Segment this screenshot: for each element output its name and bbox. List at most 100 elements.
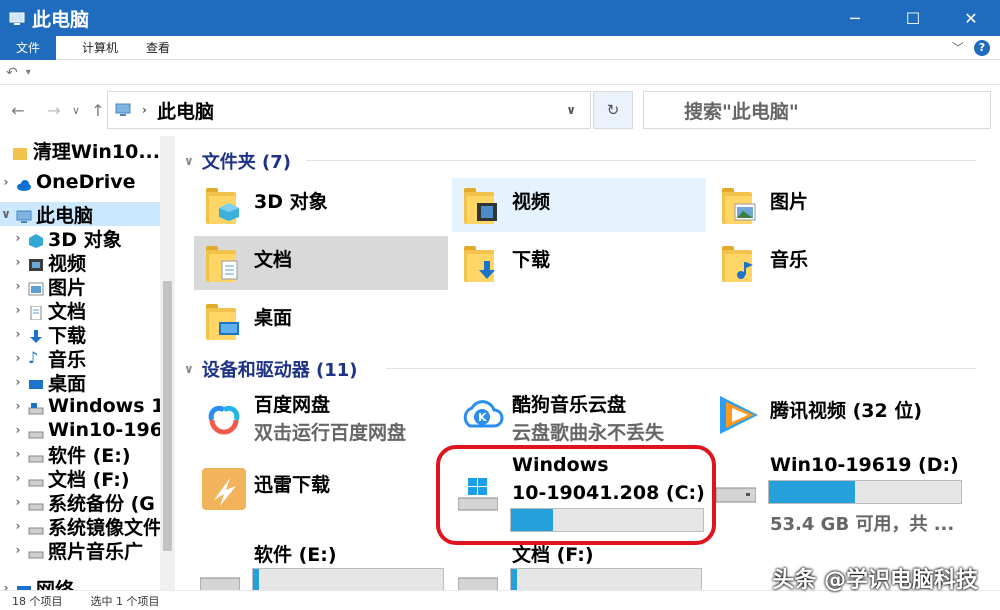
drive-icon bbox=[28, 399, 44, 415]
nav-item-quick-folder[interactable]: 清理Win10... bbox=[0, 138, 160, 162]
group-divider bbox=[306, 160, 976, 161]
download-folder-icon bbox=[464, 246, 495, 282]
quick-access-toolbar: ↶ ▾ bbox=[0, 61, 1000, 85]
forward-arrow-icon[interactable]: → bbox=[44, 101, 64, 120]
folder-tile-3d-objects[interactable]: 3D 对象 bbox=[194, 178, 448, 232]
customize-chevron-icon[interactable]: ▾ bbox=[26, 67, 31, 78]
document-folder-icon bbox=[206, 246, 238, 282]
drive-icon bbox=[28, 447, 44, 463]
device-tile-xunlei[interactable]: 迅雷下载 bbox=[194, 458, 448, 518]
navigation-pane: 清理Win10... › OneDrive ∨ 此电脑 › 3D 对象 › 视频… bbox=[0, 136, 175, 590]
chevron-right-icon[interactable]: › bbox=[12, 351, 24, 365]
nav-item-drive-e[interactable]: › 软件 (E:) bbox=[12, 442, 172, 467]
drive-tile-e[interactable]: 软件 (E:) bbox=[194, 540, 448, 590]
nav-item-desktop[interactable]: › 桌面 bbox=[12, 370, 172, 395]
chevron-right-icon[interactable]: › bbox=[12, 231, 24, 245]
folder-tile-desktop[interactable]: 桌面 bbox=[194, 294, 448, 348]
nav-item-onedrive[interactable]: › OneDrive bbox=[0, 170, 160, 194]
tab-computer[interactable]: 计算机 bbox=[68, 39, 132, 56]
nav-item-drive-f[interactable]: › 文档 (F:) bbox=[12, 466, 172, 491]
folder-icon bbox=[12, 143, 29, 160]
drive-icon bbox=[457, 574, 499, 590]
back-arrow-icon[interactable]: ← bbox=[8, 101, 28, 120]
download-icon bbox=[28, 327, 44, 343]
chevron-down-icon[interactable]: ∨ bbox=[184, 154, 194, 168]
chevron-right-icon[interactable]: › bbox=[12, 375, 24, 389]
chevron-right-icon[interactable]: › bbox=[12, 327, 24, 341]
chevron-down-icon[interactable]: ﹀ bbox=[952, 39, 964, 56]
device-tile-baidu[interactable]: 百度网盘 双击运行百度网盘 bbox=[194, 386, 448, 446]
folder-tile-music[interactable]: 音乐 bbox=[710, 236, 964, 290]
folder-tile-documents[interactable]: 文档 bbox=[194, 236, 448, 290]
help-icon[interactable]: ? bbox=[974, 39, 990, 56]
refresh-button[interactable]: ↻ bbox=[593, 91, 633, 129]
device-tile-tencent-video[interactable]: 腾讯视频 (32 位) bbox=[710, 386, 964, 446]
drive-tile-f[interactable]: 文档 (F:) bbox=[452, 540, 706, 590]
chevron-right-icon[interactable]: › bbox=[12, 495, 24, 509]
device-tile-kugou[interactable]: K 酷狗音乐云盘 云盘歌曲永不丢失 bbox=[452, 386, 706, 446]
document-icon bbox=[28, 303, 44, 321]
refresh-icon: ↻ bbox=[606, 101, 620, 119]
title-bar: 此电脑 ─ ☐ ✕ bbox=[0, 0, 1000, 36]
breadcrumb-separator-icon: › bbox=[142, 103, 147, 117]
minimize-button[interactable]: ─ bbox=[826, 0, 884, 36]
recent-chevron-icon[interactable]: ∨ bbox=[66, 104, 86, 117]
chevron-right-icon[interactable]: › bbox=[12, 255, 24, 269]
desktop-folder-icon bbox=[206, 304, 239, 340]
group-header-folders[interactable]: ∨ 文件夹 (7) bbox=[184, 148, 291, 174]
drive-e-usage-bar bbox=[252, 568, 444, 590]
chevron-right-icon[interactable]: › bbox=[12, 447, 24, 461]
chevron-right-icon[interactable]: › bbox=[12, 399, 24, 413]
video-icon bbox=[28, 255, 44, 271]
chevron-down-icon[interactable]: ∨ bbox=[566, 103, 576, 117]
up-arrow-icon[interactable]: ↑ bbox=[88, 101, 108, 120]
tab-file[interactable]: 文件 bbox=[0, 35, 57, 60]
chevron-right-icon[interactable]: › bbox=[12, 279, 24, 293]
folder-tile-downloads[interactable]: 下载 bbox=[452, 236, 706, 290]
nav-item-drive-d[interactable]: › Win10-196 bbox=[12, 418, 172, 442]
nav-item-documents[interactable]: › 文档 bbox=[12, 298, 172, 323]
chevron-right-icon[interactable]: › bbox=[12, 519, 24, 533]
chevron-right-icon[interactable]: › bbox=[12, 303, 24, 317]
nav-item-downloads[interactable]: › 下载 bbox=[12, 322, 172, 347]
chevron-right-icon[interactable]: › bbox=[12, 543, 24, 557]
chevron-right-icon[interactable]: › bbox=[0, 581, 12, 590]
address-bar[interactable]: › 此电脑 ∨ bbox=[107, 91, 591, 129]
chevron-down-icon[interactable]: ∨ bbox=[184, 362, 194, 376]
undo-icon[interactable]: ↶ bbox=[6, 65, 18, 81]
nav-item-music[interactable]: › ♪ 音乐 bbox=[12, 346, 172, 371]
selection-count: 选中 1 个项目 bbox=[90, 594, 160, 608]
nav-scrollbar[interactable] bbox=[160, 136, 175, 590]
nav-item-drive-h[interactable]: › 系统镜像文件 bbox=[12, 514, 172, 539]
drive-icon bbox=[28, 471, 44, 487]
chevron-right-icon[interactable]: › bbox=[0, 175, 12, 189]
chevron-down-icon[interactable]: ∨ bbox=[0, 207, 12, 221]
video-folder-icon bbox=[464, 188, 497, 224]
chevron-right-icon[interactable]: › bbox=[12, 423, 24, 437]
drive-tile-d[interactable]: Win10-19619 (D:) 53.4 GB 可用，共 ... bbox=[710, 454, 964, 535]
nav-item-drive-i[interactable]: › 照片音乐广 bbox=[12, 538, 172, 563]
group-header-devices[interactable]: ∨ 设备和驱动器 (11) bbox=[184, 356, 358, 382]
nav-item-pictures[interactable]: › 图片 bbox=[12, 274, 172, 299]
tab-view[interactable]: 查看 bbox=[132, 39, 184, 56]
music-folder-icon bbox=[722, 246, 753, 282]
window-title: 此电脑 bbox=[32, 8, 90, 31]
xunlei-icon bbox=[202, 468, 246, 510]
ribbon-tabs: 文件 计算机 查看 ﹀ ? bbox=[0, 35, 1000, 60]
maximize-button[interactable]: ☐ bbox=[884, 0, 942, 36]
breadcrumb[interactable]: 此电脑 bbox=[157, 97, 214, 124]
nav-item-drive-g[interactable]: › 系统备份 (G bbox=[12, 490, 172, 515]
folder-tile-pictures[interactable]: 图片 bbox=[710, 178, 964, 232]
nav-item-videos[interactable]: › 视频 bbox=[12, 250, 172, 275]
nav-item-drive-c[interactable]: › Windows 1 bbox=[12, 394, 172, 418]
nav-item-this-pc[interactable]: ∨ 此电脑 bbox=[0, 202, 160, 226]
drive-f-usage-fill bbox=[511, 569, 517, 590]
close-button[interactable]: ✕ bbox=[942, 0, 1000, 36]
search-input[interactable]: 搜索"此电脑" bbox=[643, 91, 991, 129]
folder-tile-videos[interactable]: 视频 bbox=[452, 178, 706, 232]
nav-item-network[interactable]: › 网络 bbox=[0, 576, 160, 590]
nav-item-3d-objects[interactable]: › 3D 对象 bbox=[12, 226, 172, 251]
chevron-right-icon[interactable]: › bbox=[12, 471, 24, 485]
drive-d-usage-fill bbox=[769, 481, 856, 503]
scrollbar-thumb[interactable] bbox=[163, 281, 172, 551]
